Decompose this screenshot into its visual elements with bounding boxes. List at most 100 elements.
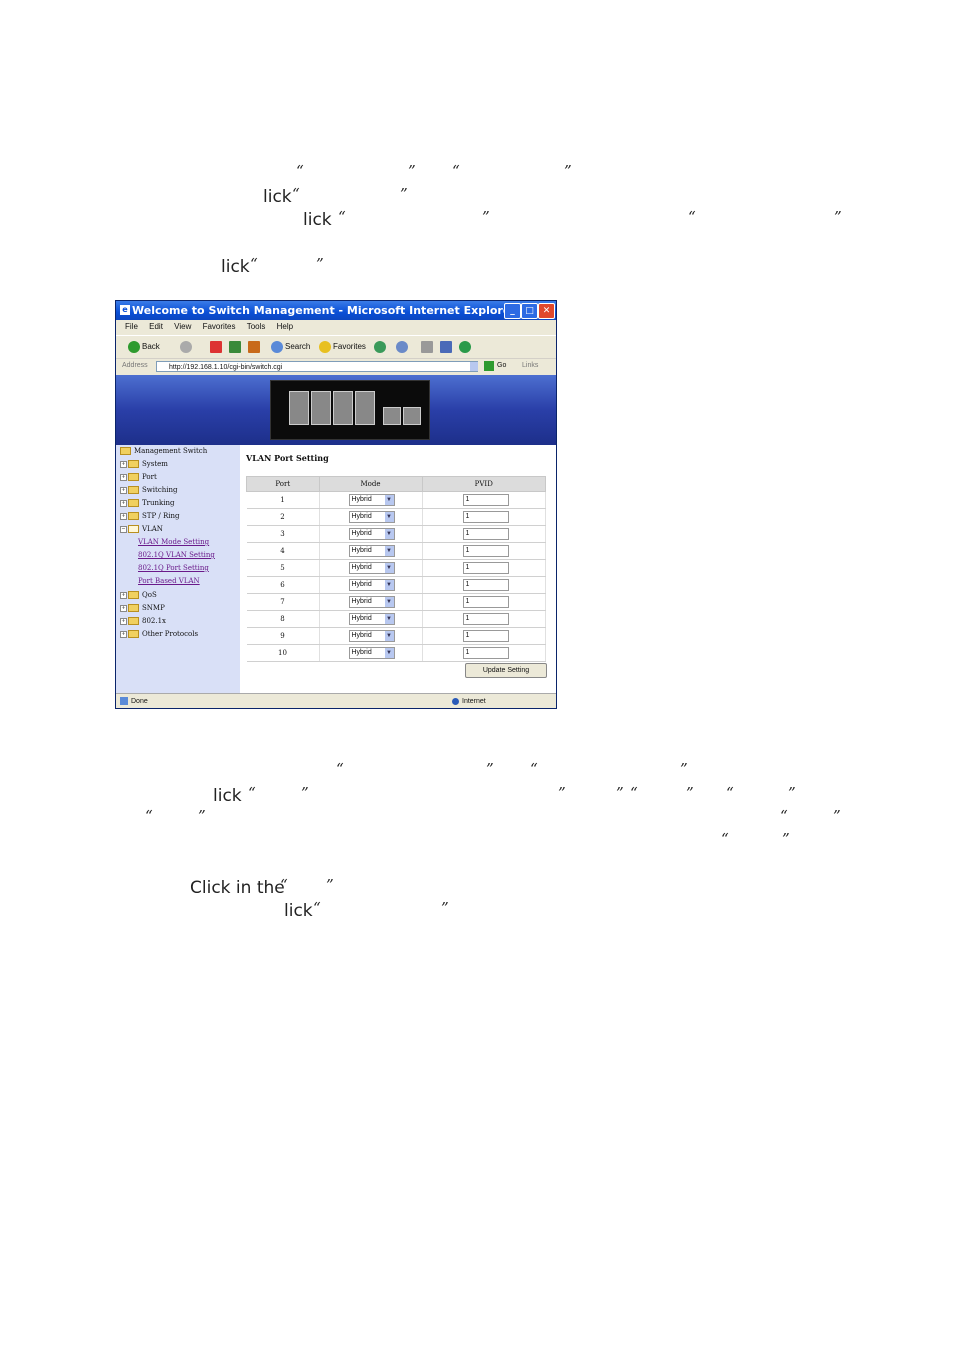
tree-item-snmp[interactable]: + SNMP bbox=[120, 602, 165, 615]
tree-item-qos[interactable]: + QoS bbox=[120, 589, 157, 602]
menu-file[interactable]: File bbox=[125, 322, 138, 331]
link-vlan-mode-setting[interactable]: VLAN Mode Setting bbox=[138, 536, 209, 549]
port-2-image bbox=[311, 391, 331, 425]
pvid-input[interactable]: 1 bbox=[462, 596, 509, 608]
go-arrow-icon[interactable] bbox=[484, 361, 494, 371]
open-quote: “ bbox=[530, 760, 538, 778]
dropdown-arrow-icon[interactable]: ▼ bbox=[384, 495, 394, 505]
tree-item-other-protocols[interactable]: + Other Protocols bbox=[120, 628, 198, 641]
pvid-input[interactable]: 1 bbox=[462, 613, 509, 625]
dropdown-arrow-icon[interactable]: ▼ bbox=[384, 512, 394, 522]
messenger-button[interactable] bbox=[459, 340, 473, 354]
tree-item-8021x[interactable]: +802.1x bbox=[120, 615, 166, 628]
mode-select[interactable]: Hybrid ▼ bbox=[348, 494, 395, 506]
mode-select[interactable]: Hybrid ▼ bbox=[348, 545, 395, 557]
update-setting-button[interactable]: Update Setting bbox=[465, 663, 547, 678]
minimize-icon[interactable]: _ bbox=[504, 303, 521, 319]
mode-select[interactable]: Hybrid ▼ bbox=[348, 528, 395, 540]
tree-item-switching[interactable]: + Switching bbox=[120, 484, 178, 497]
menu-favorites[interactable]: Favorites bbox=[203, 322, 236, 331]
pvid-input[interactable]: 1 bbox=[462, 511, 509, 523]
menu-edit[interactable]: Edit bbox=[149, 322, 163, 331]
home-button[interactable] bbox=[248, 340, 262, 354]
instruction-text: lick bbox=[303, 210, 332, 230]
close-quote: ” bbox=[326, 876, 334, 894]
mode-select[interactable]: Hybrid ▼ bbox=[348, 613, 395, 625]
tree-item-port[interactable]: + Port bbox=[120, 471, 157, 484]
dropdown-arrow-icon[interactable]: ▼ bbox=[384, 597, 394, 607]
mode-select[interactable]: Hybrid ▼ bbox=[348, 562, 395, 574]
dropdown-arrow-icon[interactable]: ▼ bbox=[384, 529, 394, 539]
messenger-icon bbox=[459, 340, 471, 353]
pvid-input[interactable]: 1 bbox=[462, 630, 509, 642]
edit-button[interactable] bbox=[440, 340, 454, 354]
open-quote: “ bbox=[292, 185, 300, 203]
pvid-input[interactable]: 1 bbox=[462, 494, 509, 506]
dropdown-arrow-icon[interactable]: ▼ bbox=[384, 580, 394, 590]
maximize-icon[interactable]: □ bbox=[521, 303, 538, 319]
link-port-based-vlan[interactable]: Port Based VLAN bbox=[138, 575, 200, 588]
go-button[interactable]: Go bbox=[497, 362, 506, 369]
pvid-input[interactable]: 1 bbox=[462, 528, 509, 540]
pvid-input[interactable]: 1 bbox=[462, 562, 509, 574]
pvid-input[interactable]: 1 bbox=[462, 579, 509, 591]
close-quote: ” bbox=[441, 899, 449, 917]
tree-item-stp-ring[interactable]: + STP / Ring bbox=[120, 510, 179, 523]
dropdown-arrow-icon[interactable]: ▼ bbox=[384, 631, 394, 641]
forward-arrow-icon bbox=[180, 340, 192, 353]
refresh-button[interactable] bbox=[229, 340, 243, 354]
address-dropdown-icon[interactable] bbox=[470, 362, 478, 371]
tree-item-label: Port bbox=[142, 473, 157, 481]
back-button[interactable]: Back bbox=[128, 340, 160, 354]
expand-icon: + bbox=[120, 591, 127, 599]
history-button[interactable] bbox=[374, 340, 388, 354]
pvid-cell: 1 bbox=[422, 627, 546, 645]
menu-view[interactable]: View bbox=[174, 322, 191, 331]
favorites-label: Favorites bbox=[333, 342, 366, 351]
tree-item-trunking[interactable]: + Trunking bbox=[120, 497, 175, 510]
dropdown-arrow-icon[interactable]: ▼ bbox=[384, 614, 394, 624]
close-quote: ” bbox=[301, 784, 309, 802]
mode-select[interactable]: Hybrid ▼ bbox=[348, 596, 395, 608]
mode-select[interactable]: Hybrid ▼ bbox=[348, 579, 395, 591]
pvid-cell: 1 bbox=[422, 593, 546, 611]
pvid-input[interactable]: 1 bbox=[462, 545, 509, 557]
dropdown-arrow-icon[interactable]: ▼ bbox=[384, 563, 394, 573]
mode-cell: Hybrid ▼ bbox=[319, 610, 423, 628]
pvid-input[interactable]: 1 bbox=[462, 647, 509, 659]
close-quote: ” bbox=[686, 784, 694, 802]
navigation-sidebar: Management Switch + System + Port + Switchi… bbox=[116, 445, 240, 693]
port-10-image bbox=[403, 407, 421, 425]
close-quote: ” bbox=[400, 185, 408, 203]
mode-select[interactable]: Hybrid ▼ bbox=[348, 647, 395, 659]
print-button[interactable] bbox=[421, 340, 435, 354]
mode-value: Hybrid bbox=[351, 632, 372, 639]
dropdown-arrow-icon[interactable]: ▼ bbox=[384, 546, 394, 556]
port-cell: 8 bbox=[246, 610, 320, 628]
mail-icon bbox=[396, 340, 408, 353]
stop-button[interactable] bbox=[210, 340, 224, 354]
link-8021q-vlan-setting[interactable]: 802.1Q VLAN Setting bbox=[138, 549, 215, 562]
mail-button[interactable] bbox=[396, 340, 410, 354]
menu-help[interactable]: Help bbox=[277, 322, 293, 331]
links-button[interactable]: Links bbox=[522, 362, 538, 369]
mode-select[interactable]: Hybrid ▼ bbox=[348, 511, 395, 523]
mode-select[interactable]: Hybrid ▼ bbox=[348, 630, 395, 642]
dropdown-arrow-icon[interactable]: ▼ bbox=[384, 648, 394, 658]
vlan-port-table: Port Mode PVID 1 Hybrid ▼ 1 2 Hybrid ▼ 1 3 Hybrid… bbox=[246, 476, 546, 662]
tree-root[interactable]: Management Switch bbox=[120, 445, 207, 458]
tree-item-vlan[interactable]: − VLAN bbox=[120, 523, 163, 536]
instruction-text: lick bbox=[213, 786, 242, 806]
tree-item-label: QoS bbox=[142, 591, 157, 599]
column-header-pvid: PVID bbox=[421, 476, 546, 492]
tree-item-system[interactable]: + System bbox=[120, 458, 168, 471]
favorites-button[interactable]: Favorites bbox=[319, 340, 366, 354]
forward-button[interactable] bbox=[180, 340, 194, 354]
port-cell: 4 bbox=[246, 542, 320, 560]
close-icon[interactable]: ✕ bbox=[538, 303, 555, 319]
address-input[interactable]: http://192.168.1.10/cgi-bin/switch.cgi bbox=[156, 361, 478, 372]
instruction-text: lick bbox=[284, 901, 313, 921]
search-button[interactable]: Search bbox=[271, 340, 310, 354]
menu-tools[interactable]: Tools bbox=[247, 322, 266, 331]
link-8021q-port-setting[interactable]: 802.1Q Port Setting bbox=[138, 562, 209, 575]
